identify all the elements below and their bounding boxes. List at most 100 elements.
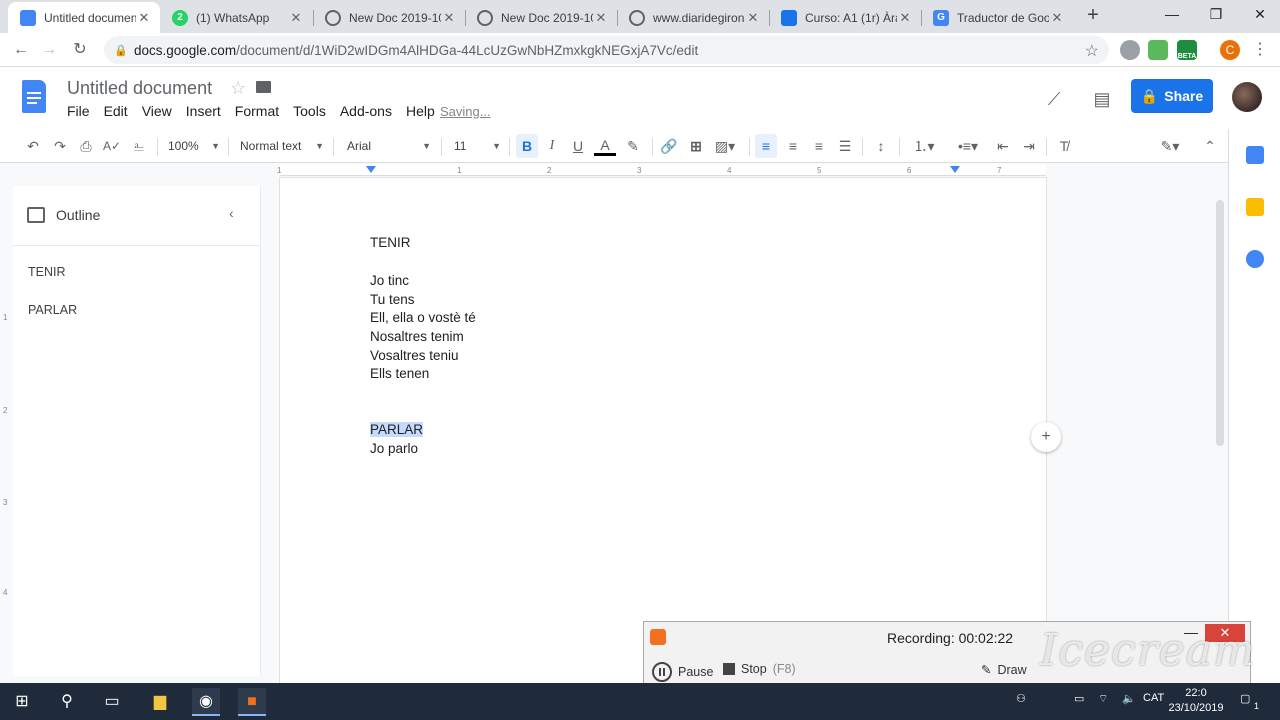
insert-link-icon[interactable]: 🔗 bbox=[658, 134, 680, 158]
chevron-left-icon[interactable]: ‹ bbox=[229, 205, 234, 221]
document-page[interactable]: TENIR Jo tinc Tu tens Ell, ella o vostè … bbox=[280, 178, 1046, 683]
address-bar[interactable]: 🔒 docs.google.com/document/d/1WiD2wIDGm4… bbox=[104, 36, 1109, 64]
line-spacing-icon[interactable]: ↕ bbox=[870, 134, 892, 158]
menu-add-ons[interactable]: Add-ons bbox=[340, 103, 392, 119]
reload-icon[interactable]: ↻ bbox=[67, 37, 93, 63]
volume-icon[interactable]: 🔈 bbox=[1122, 692, 1136, 705]
tab-new-doc-1[interactable]: New Doc 2019-10 ✕ bbox=[313, 2, 465, 33]
menu-file[interactable]: File bbox=[67, 103, 90, 119]
extension-download-icon[interactable] bbox=[1148, 40, 1168, 60]
underline-button[interactable]: U bbox=[567, 134, 589, 158]
folder-icon[interactable] bbox=[256, 81, 271, 93]
wifi-icon[interactable]: ⌔ bbox=[1098, 692, 1108, 706]
undo-icon[interactable]: ↶ bbox=[22, 134, 44, 158]
document-title[interactable]: Untitled document bbox=[67, 78, 212, 99]
minimize-icon[interactable]: — bbox=[1150, 0, 1194, 30]
text-line[interactable]: Jo tinc bbox=[370, 273, 409, 288]
tab-whatsapp[interactable]: 2 (1) WhatsApp ✕ bbox=[160, 2, 312, 33]
file-explorer-icon[interactable]: ▆ bbox=[146, 688, 174, 716]
back-arrow-icon[interactable]: ← bbox=[8, 37, 34, 63]
outline-item-tenir[interactable]: TENIR bbox=[28, 265, 66, 279]
vertical-scrollbar[interactable] bbox=[1216, 200, 1224, 446]
close-icon[interactable]: ✕ bbox=[593, 10, 609, 26]
task-view-icon[interactable]: ▭ bbox=[98, 688, 126, 716]
tasks-icon[interactable] bbox=[1246, 250, 1264, 268]
draw-button[interactable]: ✎ Draw bbox=[981, 662, 1027, 678]
text-line[interactable]: Vosaltres teniu bbox=[370, 348, 459, 363]
new-tab-plus-icon[interactable]: + bbox=[1083, 5, 1103, 26]
pause-button[interactable]: Pause bbox=[652, 662, 713, 682]
extension-cloud-icon[interactable] bbox=[1120, 40, 1140, 60]
tab-google-translate[interactable]: G Traductor de Goog ✕ bbox=[921, 2, 1073, 33]
bookmark-star-icon[interactable]: ☆ bbox=[1085, 41, 1099, 61]
bold-button[interactable]: B bbox=[516, 134, 538, 158]
text-line[interactable]: Tu tens bbox=[370, 292, 415, 307]
language-indicator[interactable]: CAT bbox=[1143, 692, 1164, 704]
system-clock[interactable]: 22:0 23/10/2019 bbox=[1168, 686, 1224, 716]
activity-trend-icon[interactable]: ⟋ bbox=[1042, 87, 1066, 111]
tab-diaridegirona[interactable]: www.diaridegirona ✕ bbox=[617, 2, 769, 33]
highlight-pen-icon[interactable]: ✎ bbox=[622, 134, 644, 158]
notification-center-icon[interactable]: ▢ bbox=[1240, 692, 1250, 705]
windows-start-icon[interactable]: ⊞ bbox=[8, 688, 36, 716]
profile-avatar[interactable]: C bbox=[1220, 40, 1240, 60]
save-status[interactable]: Saving... bbox=[440, 104, 491, 119]
account-avatar[interactable] bbox=[1232, 82, 1262, 112]
tab-new-doc-2[interactable]: New Doc 2019-10 ✕ bbox=[465, 2, 617, 33]
font-select[interactable]: Arial ▼ bbox=[347, 134, 431, 158]
battery-icon[interactable]: ▭ bbox=[1074, 692, 1084, 705]
clear-formatting-icon[interactable]: T̸ bbox=[1053, 134, 1075, 158]
heading-parlar-selected[interactable]: PARLAR bbox=[370, 422, 424, 437]
redo-icon[interactable]: ↷ bbox=[49, 134, 71, 158]
chrome-menu-icon[interactable]: ⋮ bbox=[1248, 37, 1272, 63]
numbered-list-icon[interactable]: ⒈▾ bbox=[906, 134, 942, 158]
close-icon[interactable]: ✕ bbox=[897, 10, 913, 26]
menu-help[interactable]: Help bbox=[406, 103, 435, 119]
extension-beta-icon[interactable]: BETA bbox=[1177, 40, 1197, 60]
spellcheck-icon[interactable]: A✓ bbox=[101, 134, 123, 158]
increase-indent-icon[interactable]: ⇥ bbox=[1018, 134, 1040, 158]
tab-untitled-document[interactable]: Untitled documen ✕ bbox=[8, 2, 160, 33]
share-button[interactable]: 🔒 Share bbox=[1131, 79, 1213, 113]
paragraph-style-select[interactable]: Normal text ▼ bbox=[240, 134, 324, 158]
zoom-select[interactable]: 100% ▼ bbox=[168, 134, 220, 158]
menu-insert[interactable]: Insert bbox=[186, 103, 221, 119]
align-justify-icon[interactable]: ☰ bbox=[834, 134, 856, 158]
align-right-icon[interactable]: ≡ bbox=[808, 134, 830, 158]
heading-tenir[interactable]: TENIR bbox=[370, 235, 411, 250]
close-icon[interactable]: ✕ bbox=[288, 10, 304, 26]
italic-button[interactable]: I bbox=[541, 134, 563, 158]
add-comment-icon[interactable]: ⊞ bbox=[685, 134, 707, 158]
print-icon[interactable]: ⎙ bbox=[75, 134, 97, 158]
close-icon[interactable]: ✕ bbox=[136, 10, 152, 26]
text-line[interactable]: Jo parlo bbox=[370, 441, 418, 456]
tab-curso[interactable]: Curso: A1 (1r) Àrat ✕ bbox=[769, 2, 921, 33]
editing-mode-pencil-icon[interactable]: ✎▾ bbox=[1152, 134, 1188, 158]
close-icon[interactable]: ✕ bbox=[1049, 10, 1065, 26]
window-close-icon[interactable]: ✕ bbox=[1238, 0, 1280, 30]
paint-format-icon[interactable]: ⎁ bbox=[128, 134, 150, 158]
font-size-select[interactable]: 11 ▼ bbox=[454, 134, 501, 158]
align-left-icon[interactable]: ≡ bbox=[755, 134, 777, 158]
align-center-icon[interactable]: ≡ bbox=[782, 134, 804, 158]
menu-edit[interactable]: Edit bbox=[104, 103, 128, 119]
horizontal-ruler[interactable]: 1 1 2 3 4 5 6 7 bbox=[277, 164, 1046, 176]
search-icon[interactable]: ⚲ bbox=[53, 688, 81, 716]
collapse-chevron-up-icon[interactable]: ⌃ bbox=[1199, 134, 1221, 158]
maximize-icon[interactable]: ❐ bbox=[1194, 0, 1238, 30]
comment-history-icon[interactable]: ▤ bbox=[1090, 87, 1114, 111]
menu-view[interactable]: View bbox=[142, 103, 172, 119]
star-icon[interactable]: ☆ bbox=[230, 78, 246, 99]
add-comment-plus-icon[interactable]: + bbox=[1031, 422, 1061, 452]
people-icon[interactable]: ⚇ bbox=[1016, 692, 1026, 705]
icecream-recorder-icon[interactable]: ■ bbox=[238, 688, 266, 716]
menu-tools[interactable]: Tools bbox=[293, 103, 326, 119]
left-indent-marker[interactable] bbox=[366, 166, 376, 173]
right-indent-marker[interactable] bbox=[950, 166, 960, 173]
stop-button[interactable]: Stop (F8) bbox=[723, 662, 796, 676]
outline-item-parlar[interactable]: PARLAR bbox=[28, 303, 77, 317]
keep-notes-icon[interactable] bbox=[1246, 198, 1264, 216]
text-line[interactable]: Nosaltres tenim bbox=[370, 329, 464, 344]
text-color-button[interactable]: A bbox=[594, 134, 616, 156]
calendar-icon[interactable] bbox=[1246, 146, 1264, 164]
